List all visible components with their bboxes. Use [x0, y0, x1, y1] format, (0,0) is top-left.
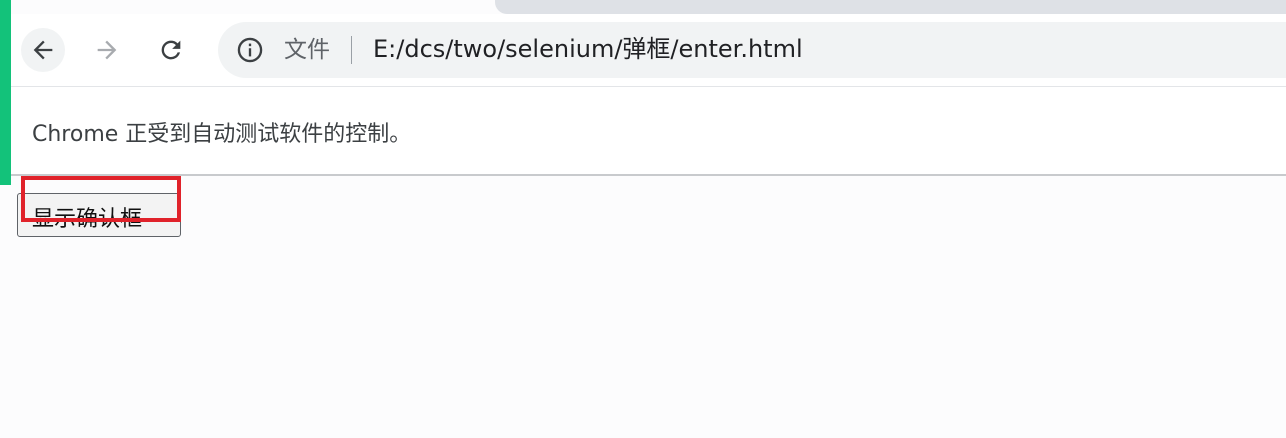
- back-button[interactable]: [21, 28, 65, 72]
- arrow-left-icon: [33, 40, 53, 60]
- address-scheme-label: 文件: [284, 37, 330, 63]
- browser-toolbar: 文件 E:/dcs/two/selenium/弹框/enter.html: [11, 14, 1286, 86]
- automation-infobar: Chrome 正受到自动测试软件的控制。: [11, 86, 1286, 176]
- address-bar[interactable]: 文件 E:/dcs/two/selenium/弹框/enter.html: [218, 22, 1286, 78]
- window-edge-accent: [0, 0, 11, 185]
- address-url-text[interactable]: E:/dcs/two/selenium/弹框/enter.html: [373, 33, 803, 65]
- address-separator: [351, 36, 352, 64]
- reload-button[interactable]: [149, 28, 193, 72]
- forward-button[interactable]: [85, 28, 129, 72]
- info-circle-icon[interactable]: [236, 36, 264, 64]
- tab-strip: [495, 0, 1286, 14]
- reload-icon: [161, 40, 181, 60]
- show-confirm-button[interactable]: 显示确认框: [17, 193, 181, 237]
- arrow-right-icon: [97, 40, 117, 60]
- infobar-message: Chrome 正受到自动测试软件的控制。: [32, 122, 412, 147]
